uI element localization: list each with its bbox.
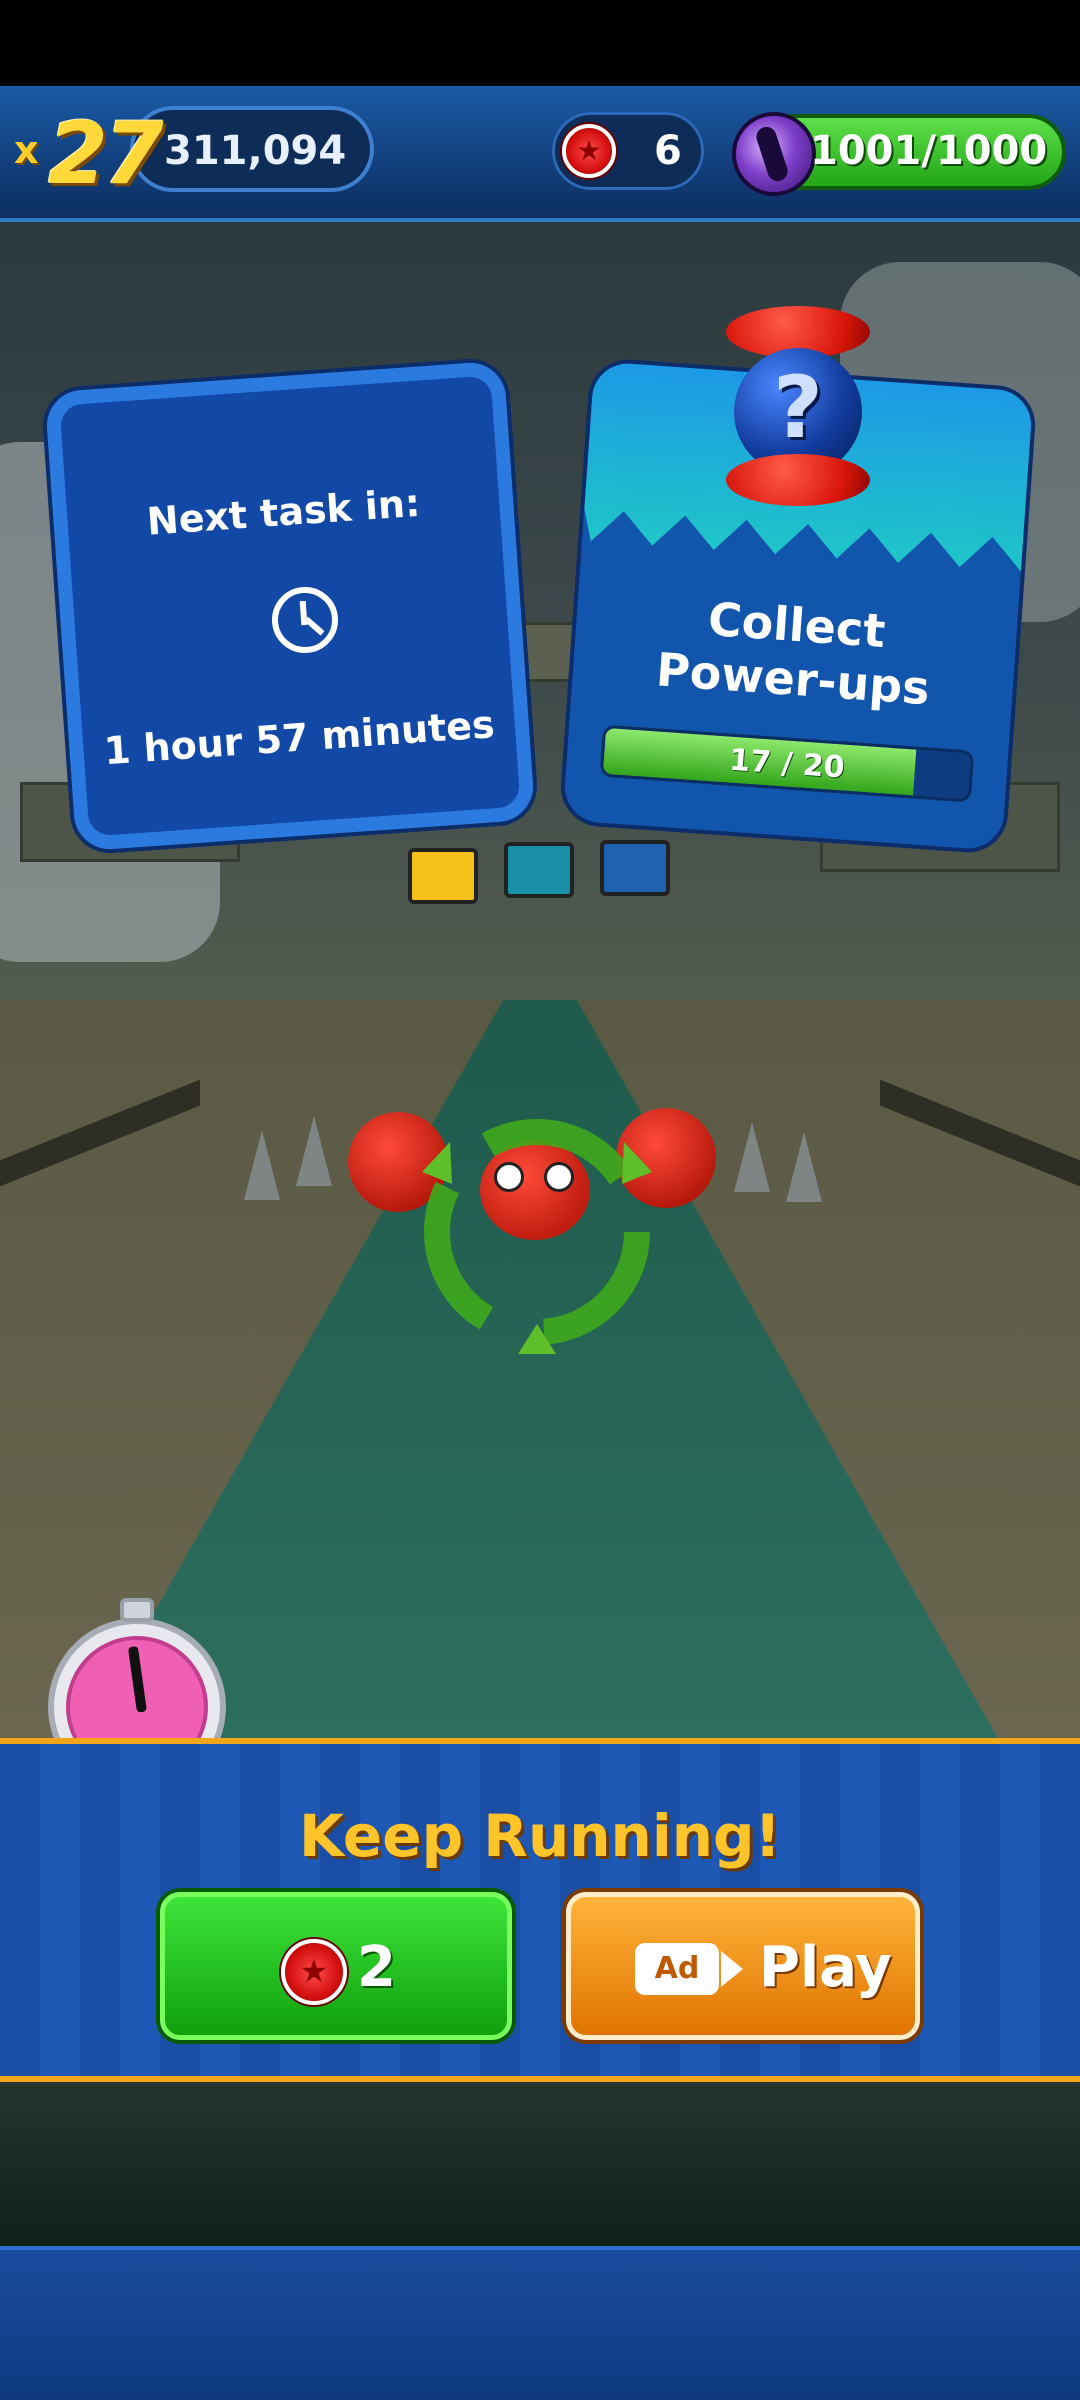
watch-ad-play-button[interactable]: Ad Play [566,1892,920,2040]
clock-icon [269,584,341,656]
energy-value: 1001/1000 [810,128,1048,174]
powerup-sign [504,842,574,898]
stopwatch-hand [127,1645,147,1713]
target-reticle [422,1119,652,1354]
powerup-sign [600,840,670,896]
rings-cost: 2 [357,1935,396,2000]
spike-hazard [734,1122,770,1192]
red-ring-icon [281,1939,347,2005]
keep-running-panel: Keep Running! 2 Ad Play [0,1738,1080,2082]
continue-with-rings-button[interactable]: 2 [160,1892,512,2040]
multiplier-prefix: x [14,128,39,172]
status-bar [0,0,1080,86]
spike-hazard [786,1132,822,1202]
track-rail [0,1079,200,1187]
top-hud: x 27 311,094 6 1001/1000 [0,86,1080,222]
powerup-cap-bottom [726,454,870,506]
track-rail [880,1079,1080,1187]
spike-hazard [296,1116,332,1186]
spike-hazard [244,1130,280,1200]
character-avatar[interactable] [732,112,816,196]
mission-progress-bar: 17 / 20 [599,724,975,803]
stopwatch-button [120,1598,154,1622]
mission-title: Collect Power-ups [572,583,1018,721]
red-ring-count: 6 [654,128,682,174]
next-task-time: 1 hour 57 minutes [102,702,496,774]
red-ring-icon [562,124,616,178]
keep-running-title: Keep Running! [299,1802,781,1870]
track-below-panel [0,2082,1080,2246]
mystery-powerup-icon [718,306,878,506]
score-value: 311,094 [164,128,347,174]
next-task-label: Next task in: [145,480,422,544]
powerup-sign [408,848,478,904]
bottom-bar [0,2246,1080,2400]
next-task-card: Next task in: 1 hour 57 minutes [44,360,536,852]
video-camera-icon [721,1951,743,1987]
score-multiplier: 27 [48,104,164,204]
play-label: Play [759,1935,892,2000]
ad-badge: Ad [635,1943,719,1995]
